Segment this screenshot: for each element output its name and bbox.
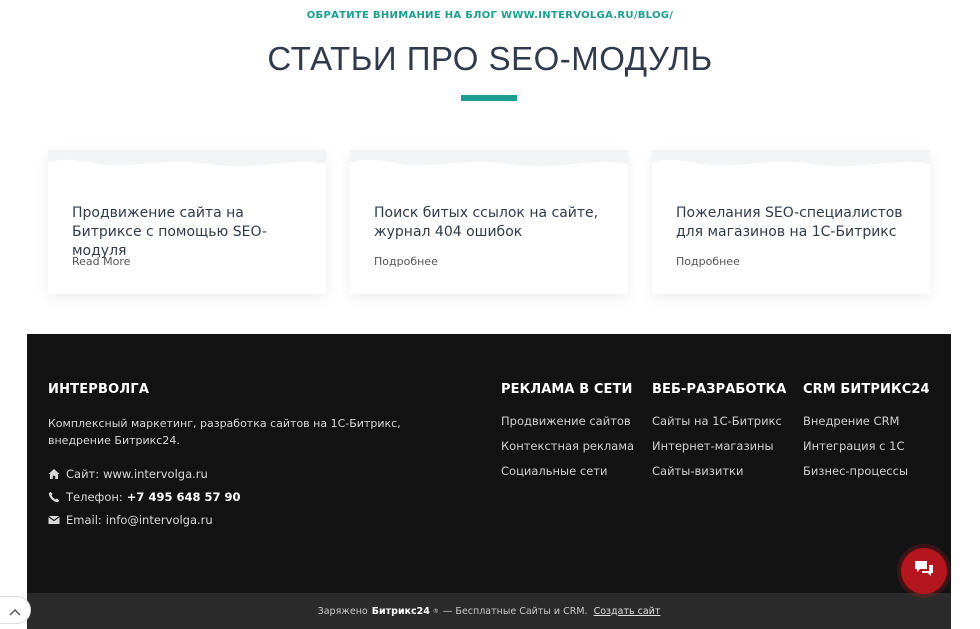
contact-email: Email: info@intervolga.ru — [48, 513, 213, 527]
footer-description: Комплексный маркетинг, разработка сайтов… — [48, 417, 401, 447]
section-title: СТАТЬИ ПРО SEO-МОДУЛЬ — [267, 40, 713, 77]
footer-link[interactable]: Внедрение CRM — [803, 414, 930, 428]
phone-icon — [48, 491, 60, 503]
scroll-top-button[interactable] — [0, 596, 31, 624]
footer-brand: ИНТЕРВОЛГА — [48, 382, 150, 397]
article-title[interactable]: Поиск битых ссылок на сайте, журнал 404 … — [374, 204, 614, 242]
card-wave-decoration — [350, 150, 628, 167]
column-heading: ВЕБ-РАЗРАБОТКА — [652, 382, 787, 397]
contact-phone: Телефон: +7 495 648 57 90 — [48, 490, 240, 504]
chat-icon — [914, 560, 934, 582]
title-underline — [461, 95, 517, 101]
footer-column-crm: CRM БИТРИКС24 Внедрение CRM Интеграция с… — [803, 382, 930, 478]
footer-link[interactable]: Интернет-магазины — [652, 439, 786, 453]
footer: ИНТЕРВОЛГА Комплексный маркетинг, разраб… — [27, 334, 951, 593]
footer-link[interactable]: Сайты на 1С-Битрикс — [652, 414, 786, 428]
phone-label: Телефон: — [66, 490, 123, 504]
blog-kicker[interactable]: ОБРАТИТЕ ВНИМАНИЕ НА БЛОГ WWW.INTERVOLGA… — [0, 10, 980, 21]
chat-button[interactable] — [901, 548, 947, 594]
powered-by-bar: Заряжено Битрикс24 ® — Бесплатные Сайты … — [27, 593, 951, 629]
create-site-link[interactable]: Создать сайт — [594, 606, 661, 617]
footer-link[interactable]: Продвижение сайтов — [501, 414, 634, 428]
read-more-link[interactable]: Подробнее — [374, 255, 438, 268]
articles-section: ОБРАТИТЕ ВНИМАНИЕ НА БЛОГ WWW.INTERVOLGA… — [0, 0, 980, 334]
site-label: Сайт: — [66, 467, 100, 481]
envelope-icon — [48, 514, 60, 526]
read-more-link[interactable]: Подробнее — [676, 255, 740, 268]
footer-link[interactable]: Интеграция с 1С — [803, 439, 930, 453]
contact-site: Сайт: www.intervolga.ru — [48, 467, 208, 481]
footer-link[interactable]: Контекстная реклама — [501, 439, 634, 453]
column-heading: РЕКЛАМА В СЕТИ — [501, 382, 633, 397]
column-heading: CRM БИТРИКС24 — [803, 382, 930, 397]
article-title[interactable]: Продвижение сайта на Битриксе с помощью … — [72, 204, 312, 261]
site-link[interactable]: www.intervolga.ru — [103, 467, 208, 481]
footer-column-web: ВЕБ-РАЗРАБОТКА Сайты на 1С-Битрикс Интер… — [652, 382, 786, 478]
email-link[interactable]: info@intervolga.ru — [106, 513, 213, 527]
bitrix24-brand[interactable]: Битрикс24 — [372, 606, 430, 617]
powered-middle: — Бесплатные Сайты и CRM. — [442, 605, 588, 617]
footer-link[interactable]: Социальные сети — [501, 464, 634, 478]
article-title[interactable]: Пожелания SEO-специалистов для магазинов… — [676, 204, 916, 242]
card-wave-decoration — [48, 150, 326, 167]
article-card-3[interactable]: Пожелания SEO-специалистов для магазинов… — [652, 150, 930, 294]
article-card-1[interactable]: Продвижение сайта на Битриксе с помощью … — [48, 150, 326, 294]
footer-link[interactable]: Бизнес-процессы — [803, 464, 930, 478]
home-icon — [48, 468, 60, 480]
chevron-up-icon — [9, 601, 21, 620]
registered-mark: ® — [432, 607, 439, 615]
article-card-2[interactable]: Поиск битых ссылок на сайте, журнал 404 … — [350, 150, 628, 294]
powered-prefix: Заряжено — [317, 605, 368, 617]
footer-link[interactable]: Сайты-визитки — [652, 464, 786, 478]
card-wave-decoration — [652, 150, 930, 167]
footer-column-ads: РЕКЛАМА В СЕТИ Продвижение сайтов Контек… — [501, 382, 634, 478]
email-label: Email: — [66, 513, 102, 527]
read-more-link[interactable]: Read More — [72, 255, 130, 268]
phone-link[interactable]: +7 495 648 57 90 — [127, 490, 241, 504]
